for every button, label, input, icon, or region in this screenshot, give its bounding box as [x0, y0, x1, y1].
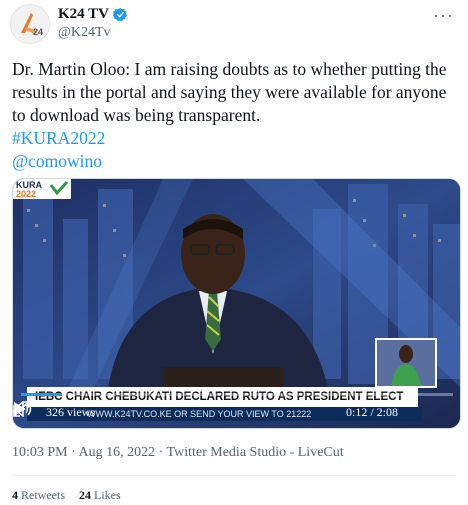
video-player[interactable]: KURA 2022 IEBC CHAIR CHEBUKATI DECLARED … [12, 178, 461, 429]
progress-bar[interactable] [21, 393, 453, 396]
verified-badge-icon [112, 7, 128, 22]
tweet-text: Dr. Martin Oloo: I am raising doubts as … [12, 58, 462, 173]
author-handle[interactable]: @K24Tv [58, 25, 111, 41]
author-name[interactable]: K24 TV [58, 6, 128, 23]
fullscreen-icon[interactable] [13, 401, 29, 417]
kura-2022-logo: KURA 2022 [13, 179, 71, 199]
svg-text:2022: 2022 [16, 189, 36, 199]
tweet-timestamp[interactable]: 10:03 PM · Aug 16, 2022 · Twitter Media … [12, 445, 344, 461]
mention-link[interactable]: @comowino [12, 151, 102, 171]
more-options-icon[interactable]: ··· [433, 6, 454, 27]
author-name-text: K24 TV [58, 6, 109, 22]
sign-language-interpreter [375, 338, 437, 388]
video-controls: 326 views 0:12 / 2:08 [13, 401, 460, 427]
view-count: 326 views [46, 405, 95, 419]
svg-text:24: 24 [33, 27, 43, 37]
avatar[interactable]: 24 [10, 4, 50, 44]
k24-logo-icon: 24 [21, 13, 43, 37]
divider [12, 475, 456, 476]
hashtag-link[interactable]: #KURA2022 [12, 128, 105, 148]
progress-fill [21, 393, 62, 396]
likes-stat[interactable]: 24 Likes [79, 488, 121, 503]
video-time: 0:12 / 2:08 [346, 405, 399, 419]
tweet-stats: 4 Retweets 24 Likes [12, 488, 121, 503]
retweets-stat[interactable]: 4 Retweets [12, 488, 65, 503]
tweet-body: Dr. Martin Oloo: I am raising doubts as … [12, 59, 447, 125]
tweet-header: 24 K24 TV @K24Tv ··· [0, 0, 468, 50]
